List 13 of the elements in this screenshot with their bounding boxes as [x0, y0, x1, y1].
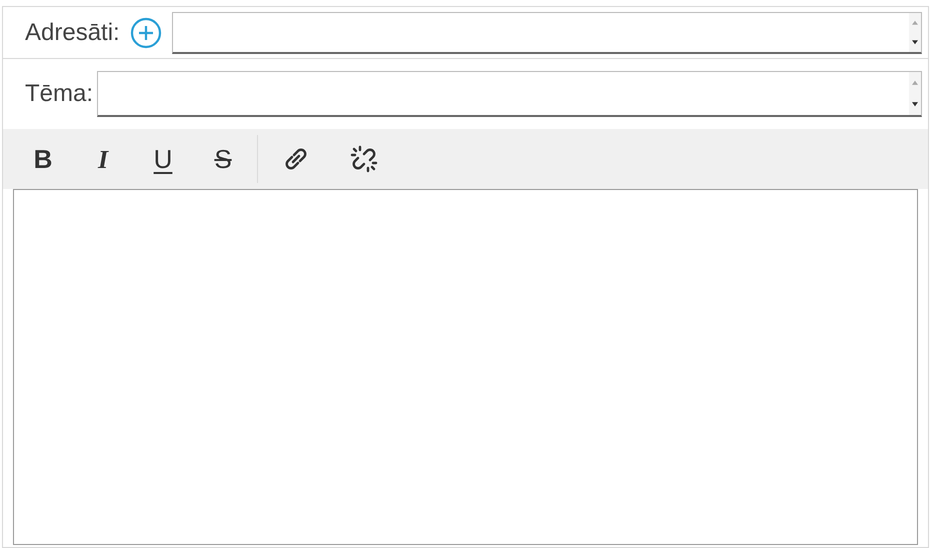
scroll-arrows-icon[interactable] — [909, 72, 921, 115]
subject-label: Tēma: — [25, 79, 94, 109]
recipients-field[interactable] — [172, 12, 922, 54]
scroll-arrows-icon[interactable] — [909, 12, 921, 52]
message-body-field[interactable] — [13, 189, 918, 545]
subject-field[interactable] — [97, 71, 922, 117]
unlink-icon[interactable] — [349, 144, 379, 174]
add-icon[interactable] — [130, 16, 162, 48]
italic-button[interactable]: I — [77, 137, 129, 181]
underline-button[interactable]: U — [137, 137, 189, 181]
strike-button[interactable]: S — [197, 137, 249, 181]
bold-button[interactable]: B — [17, 137, 69, 181]
recipients-label: Adresāti: — [25, 18, 120, 48]
